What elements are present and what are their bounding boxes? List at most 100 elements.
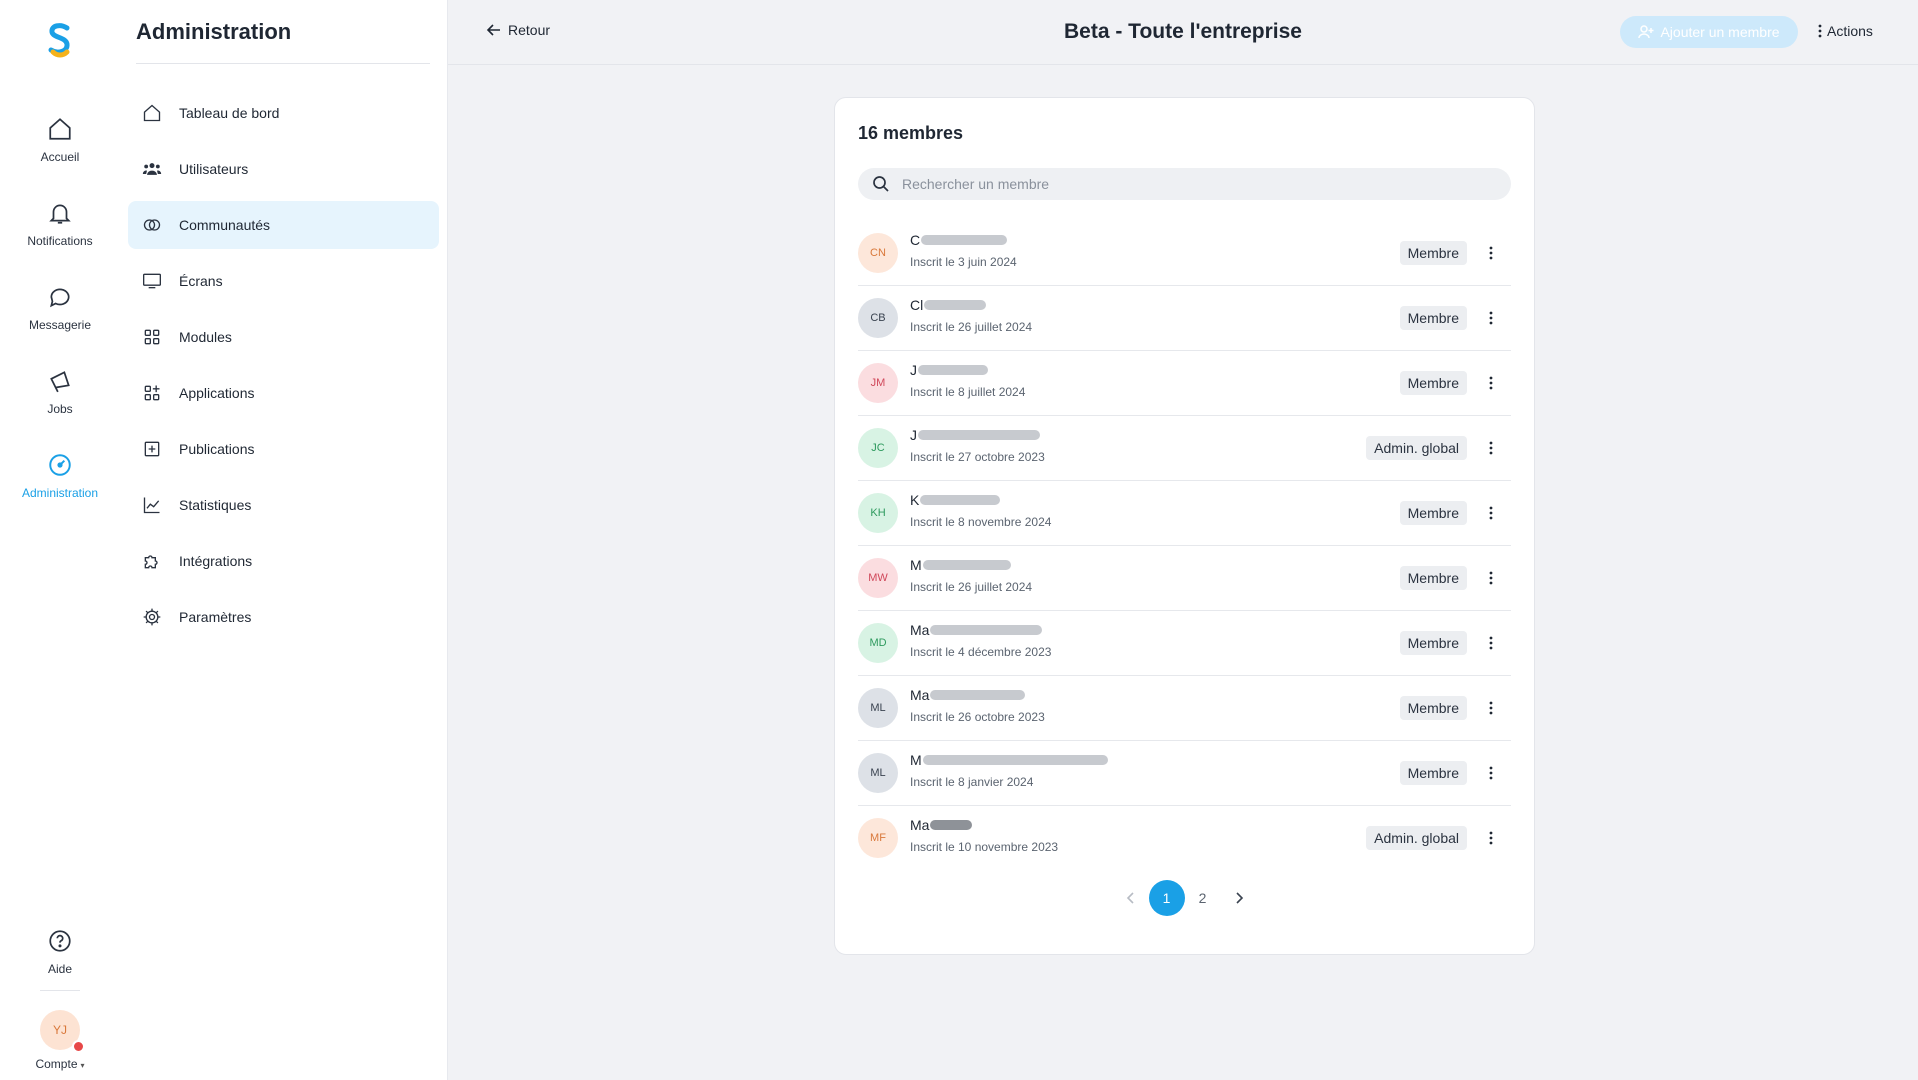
sidebar-divider xyxy=(136,63,430,64)
row-menu-button[interactable] xyxy=(1479,501,1503,525)
kebab-icon xyxy=(1489,701,1493,715)
member-search[interactable] xyxy=(858,168,1511,200)
publications-icon xyxy=(144,441,160,457)
rail-item-messagerie[interactable]: Messagerie xyxy=(0,278,120,344)
pagination: 1 2 xyxy=(835,880,1534,916)
rail-item-label: Notifications xyxy=(27,234,93,248)
top-bar: Retour Beta - Toute l'entreprise Ajouter… xyxy=(448,0,1918,65)
page-button-2[interactable]: 2 xyxy=(1185,880,1221,916)
add-member-label: Ajouter un membre xyxy=(1660,24,1780,40)
kebab-icon xyxy=(1489,506,1493,520)
redacted-name xyxy=(930,690,1026,700)
redacted-name xyxy=(918,365,988,375)
redacted-name xyxy=(924,300,987,310)
rail-item-label: Aide xyxy=(47,962,73,976)
sidebar-item-tableau-de-bord[interactable]: Tableau de bord xyxy=(128,89,439,137)
member-date: Inscrit le 27 octobre 2023 xyxy=(910,450,1045,464)
home-icon xyxy=(49,118,71,140)
member-date: Inscrit le 10 novembre 2023 xyxy=(910,840,1059,854)
row-menu-button[interactable] xyxy=(1479,566,1503,590)
sidebar-item-modules[interactable]: Modules xyxy=(128,313,439,361)
member-name: Ma xyxy=(910,687,930,703)
role-badge[interactable]: Membre xyxy=(1399,241,1467,265)
member-row: KH K Inscrit le 8 novembre 2024 Membre xyxy=(858,480,1511,546)
member-row: MW M Inscrit le 26 juillet 2024 Membre xyxy=(858,545,1511,611)
member-row: CN C Inscrit le 3 juin 2024 Membre xyxy=(858,220,1511,286)
gear-icon xyxy=(143,608,161,626)
role-badge[interactable]: Membre xyxy=(1399,306,1467,330)
sidebar-item-applications[interactable]: Applications xyxy=(128,369,439,417)
admin-sidebar: Administration Tableau de bord Utilisate… xyxy=(120,0,448,1080)
row-menu-button[interactable] xyxy=(1479,306,1503,330)
avatar: CB xyxy=(858,298,898,338)
back-button[interactable]: Retour xyxy=(486,22,550,38)
redacted-name xyxy=(930,625,1043,635)
role-badge[interactable]: Membre xyxy=(1399,501,1467,525)
rail-item-jobs[interactable]: Jobs xyxy=(0,362,120,428)
avatar: MD xyxy=(858,623,898,663)
rail-item-administration[interactable]: Administration xyxy=(0,446,120,512)
avatar: CN xyxy=(858,233,898,273)
sidebar-item-statistiques[interactable]: Statistiques xyxy=(128,481,439,529)
member-name: M xyxy=(910,752,922,768)
row-menu-button[interactable] xyxy=(1479,826,1503,850)
prev-page-button[interactable] xyxy=(1113,880,1149,916)
role-badge[interactable]: Membre xyxy=(1399,761,1467,785)
sidebar-item-utilisateurs[interactable]: Utilisateurs xyxy=(128,145,439,193)
member-date: Inscrit le 3 juin 2024 xyxy=(910,255,1017,269)
role-badge[interactable]: Membre xyxy=(1399,371,1467,395)
member-row: MF Ma Inscrit le 10 novembre 2023 Admin.… xyxy=(858,805,1511,870)
row-menu-button[interactable] xyxy=(1479,696,1503,720)
member-name: Ma xyxy=(910,817,930,833)
rail-item-accueil[interactable]: Accueil xyxy=(0,110,120,176)
search-input[interactable] xyxy=(900,175,1504,193)
chat-bubble-icon xyxy=(50,288,70,308)
rail-item-label: Accueil xyxy=(40,150,80,164)
rail-item-label: Jobs xyxy=(47,402,73,416)
sidebar-item-parametres[interactable]: Paramètres xyxy=(128,593,439,641)
page-button-1[interactable]: 1 xyxy=(1148,880,1185,916)
sidebar-item-integrations[interactable]: Intégrations xyxy=(128,537,439,585)
redacted-name xyxy=(918,430,1040,440)
add-member-button[interactable]: Ajouter un membre xyxy=(1620,16,1798,48)
sidebar-title: Administration xyxy=(136,19,292,44)
rail-item-aide[interactable]: Aide xyxy=(0,922,120,988)
role-badge[interactable]: Admin. global xyxy=(1366,436,1467,460)
kebab-icon xyxy=(1489,311,1493,325)
next-page-button[interactable] xyxy=(1221,880,1257,916)
actions-label: Actions xyxy=(1827,23,1873,39)
sidebar-item-ecrans[interactable]: Écrans xyxy=(128,257,439,305)
sidebar-item-communautes[interactable]: Communautés xyxy=(128,201,439,249)
sidebar-item-label: Paramètres xyxy=(179,609,252,625)
member-date: Inscrit le 26 juillet 2024 xyxy=(910,580,1033,594)
sidebar-item-label: Statistiques xyxy=(179,497,252,513)
avatar: JC xyxy=(858,428,898,468)
actions-button[interactable]: Actions xyxy=(1818,23,1873,39)
rail-item-notifications[interactable]: Notifications xyxy=(0,194,120,260)
redacted-name xyxy=(930,820,973,830)
sidebar-item-publications[interactable]: Publications xyxy=(128,425,439,473)
member-date: Inscrit le 8 janvier 2024 xyxy=(910,775,1034,789)
row-menu-button[interactable] xyxy=(1479,241,1503,265)
row-menu-button[interactable] xyxy=(1479,436,1503,460)
row-menu-button[interactable] xyxy=(1479,371,1503,395)
account-label: Compte xyxy=(35,1057,78,1071)
member-name: Cl xyxy=(910,297,924,313)
app-logo-icon[interactable] xyxy=(45,22,75,60)
rail-item-label: Messagerie xyxy=(28,318,92,332)
role-badge[interactable]: Membre xyxy=(1399,696,1467,720)
modules-icon xyxy=(144,329,160,345)
row-menu-button[interactable] xyxy=(1479,761,1503,785)
account-menu-button[interactable]: Compte ▾ xyxy=(0,1057,120,1071)
members-card: 16 membres CN C Inscrit le 3 juin 2024 M… xyxy=(834,97,1535,955)
role-badge[interactable]: Membre xyxy=(1399,566,1467,590)
member-row: MD Ma Inscrit le 4 décembre 2023 Membre xyxy=(858,610,1511,676)
row-menu-button[interactable] xyxy=(1479,631,1503,655)
chart-icon xyxy=(143,497,160,514)
member-row: CB Cl Inscrit le 26 juillet 2024 Membre xyxy=(858,285,1511,351)
role-badge[interactable]: Admin. global xyxy=(1366,826,1467,850)
chevron-right-icon xyxy=(1235,892,1243,904)
role-badge[interactable]: Membre xyxy=(1399,631,1467,655)
sidebar-item-label: Intégrations xyxy=(179,553,253,569)
kebab-icon xyxy=(1489,831,1493,845)
